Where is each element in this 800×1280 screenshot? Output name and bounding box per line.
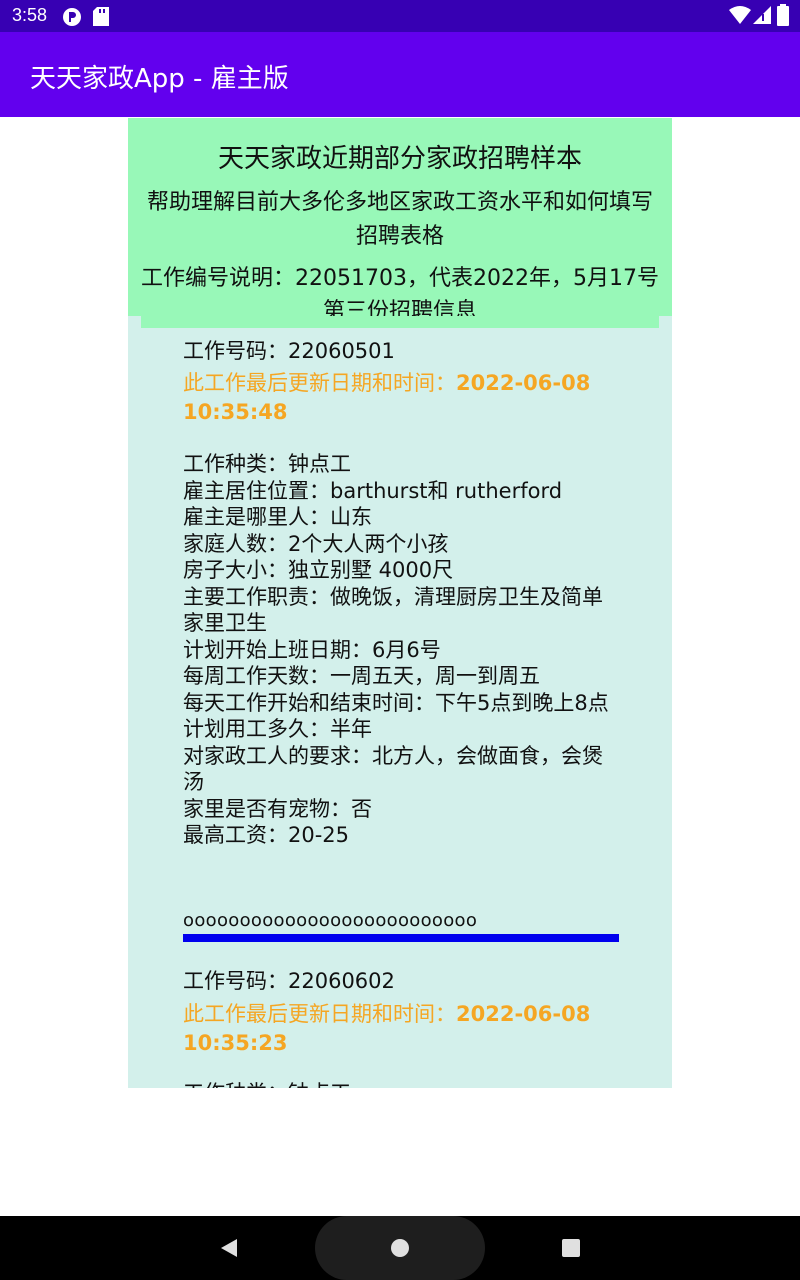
- job-details: 工作种类：钟点工: [183, 1080, 623, 1088]
- page-title: 天天家政近期部分家政招聘样本: [217, 144, 582, 174]
- battery-icon: [777, 4, 789, 30]
- sd-card-icon: [93, 7, 109, 30]
- app-bar: 天天家政App - 雇主版: [0, 32, 800, 117]
- signal-icon: [753, 6, 771, 28]
- back-icon[interactable]: [219, 1238, 239, 1262]
- home-icon[interactable]: [390, 1238, 410, 1262]
- job-updated: 此工作最后更新日期和时间：2022-06-08 10:35:48: [183, 369, 613, 427]
- job-updated: 此工作最后更新日期和时间：2022-06-08 10:35:23: [183, 1000, 613, 1058]
- job-updated-label: 此工作最后更新日期和时间：: [183, 371, 456, 395]
- separator-bar: [183, 934, 619, 942]
- recents-icon[interactable]: [561, 1238, 581, 1262]
- status-time: 3:58: [12, 5, 48, 25]
- separator-text: oooooooooooooooooooooooooo: [183, 910, 478, 931]
- header-subtitle: 帮助理解目前大多伦多地区家政工资水平和如何填写招聘表格: [146, 190, 653, 249]
- job-list-scroll[interactable]: 天天家政近期部分家政招聘样本 帮助理解目前大多伦多地区家政工资水平和如何填写招聘…: [128, 118, 672, 1088]
- app-notification-icon: [62, 7, 82, 31]
- job-number: 工作号码：22060501: [183, 339, 395, 363]
- app-title: 天天家政App - 雇主版: [30, 64, 289, 94]
- wifi-icon: [729, 6, 751, 28]
- header-block: 天天家政近期部分家政招聘样本 帮助理解目前大多伦多地区家政工资水平和如何填写招聘…: [128, 118, 672, 324]
- job-details: 工作种类：钟点工 雇主居住位置：barthurst和 rutherford 雇主…: [183, 452, 609, 847]
- header-tab: [141, 316, 659, 328]
- nav-bar: [0, 1216, 800, 1280]
- job-number: 工作号码：22060602: [183, 969, 395, 993]
- job-updated-label: 此工作最后更新日期和时间：: [183, 1002, 456, 1026]
- status-bar: 3:58: [0, 0, 800, 32]
